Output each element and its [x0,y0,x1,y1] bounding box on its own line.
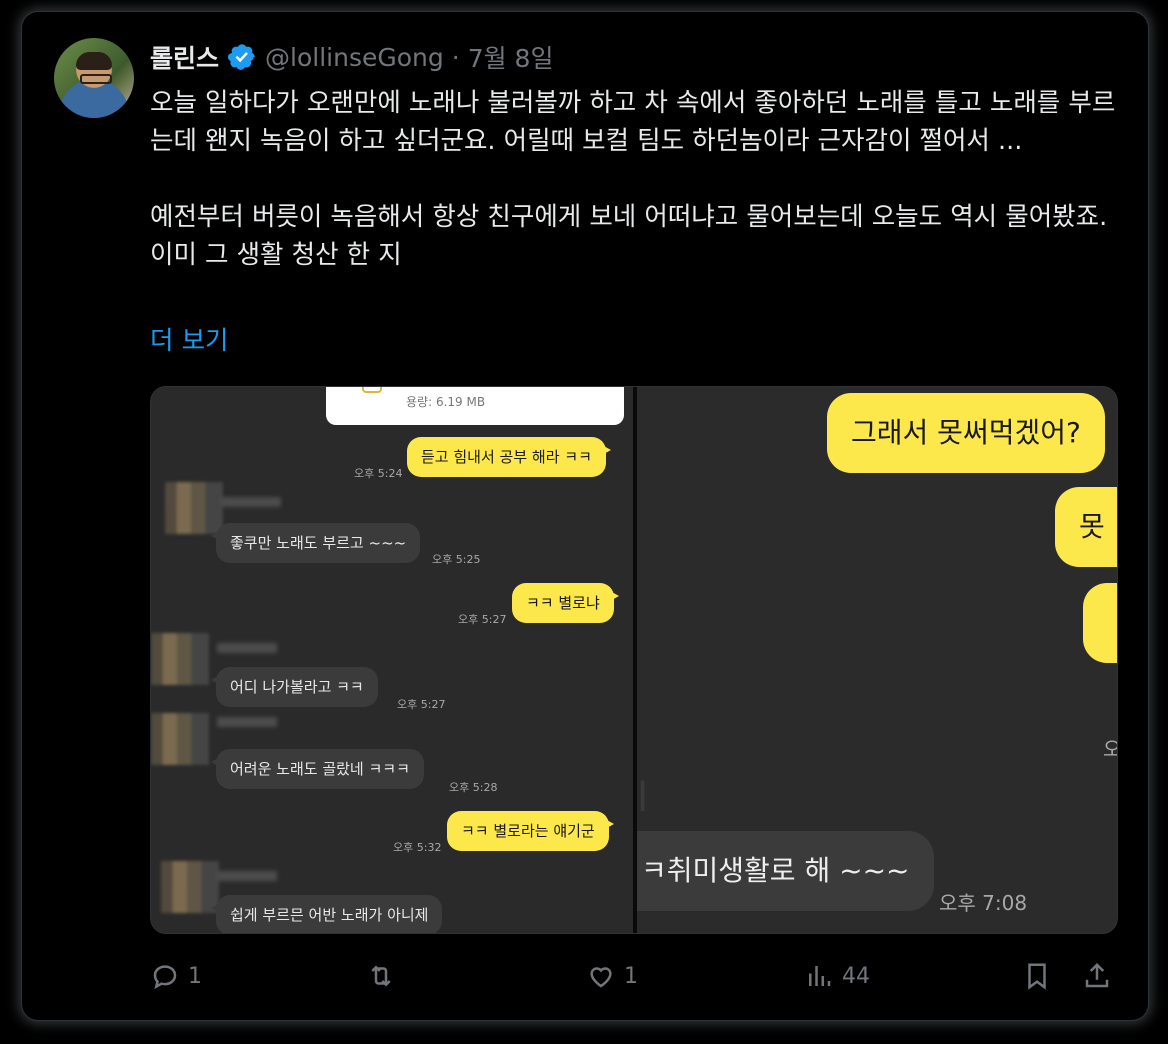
tweet-card[interactable]: 롤린스 @lollinseGong · 7월 8일 오늘 일하다가 오랜만에 노… [22,12,1148,1020]
chat-screenshot-left: 용량: 6.19 MB 듣고 힘내서 공부 해라 ㅋㅋ 오후 5:24 좋쿠만 … [151,387,633,933]
chat-bubble-me: ㅋㅋ 별로냐 [512,583,619,623]
file-size: 용량: 6.19 MB [406,395,486,409]
post-date[interactable]: 7월 8일 [468,39,554,75]
chat-bubble-them: 쉽게 부르믄 어반 노래가 아니제 [210,895,443,933]
media-image[interactable]: 용량: 6.19 MB 듣고 힘내서 공부 해라 ㅋㅋ 오후 5:24 좋쿠만 … [150,386,1118,934]
author-name[interactable]: 롤린스 [150,39,219,75]
chat-time-partial: 오 [1103,733,1117,762]
chat-bubble-me-large: 그래서 못써먹겠어? [827,393,1105,473]
file-attachment: 용량: 6.19 MB [326,387,624,425]
chat-bubble-them: 좋쿠만 노래도 부르고 ~~~ [210,523,421,563]
separator-dot: · [451,42,460,72]
chat-time: 오후 5:32 [393,841,442,854]
views-chart-icon [809,966,831,986]
views-button[interactable]: 44 [804,956,870,996]
tweet-header: 롤린스 @lollinseGong · 7월 8일 [150,40,553,74]
tweet-text-paragraph-2: 예전부터 버릇이 녹음해서 항상 친구에게 보네 어떠냐고 물어보는데 오늘도 … [150,202,1116,270]
avatar-hair [76,52,112,70]
author-handle[interactable]: @lollinseGong [265,43,444,72]
chat-time: 오후 7:08 [939,891,1028,915]
chat-bubble-me-large: 못 [1055,487,1117,567]
chat-time: 오후 5:27 [397,698,446,711]
tweet-actions: 1 1 44 [150,956,1116,996]
chat-bubble-me-large [1083,583,1117,663]
chat-bubble-me: ㅋㅋ 별로라는 얘기군 [447,811,614,851]
share-button[interactable] [1082,956,1112,996]
chat-time: 오후 5:27 [458,613,507,626]
avatar-glasses [80,74,112,84]
blurred-avatar [165,482,223,534]
tweet-text-paragraph-1: 오늘 일하다가 오랜만에 노래나 불러볼까 하고 차 속에서 좋아하던 노래를 … [150,88,1116,156]
reply-icon [153,965,177,990]
chat-time: 오후 5:28 [449,781,498,794]
show-more-link[interactable]: 더 보기 [150,320,229,357]
chat-bubble-them: 어디 나가볼라고 ㅋㅋ [211,667,378,707]
chat-time: 오후 5:24 [354,467,403,480]
retweet-icon [371,965,391,987]
chat-bubble-me: 듣고 힘내서 공부 해라 ㅋㅋ [407,437,611,477]
like-count: 1 [624,963,638,989]
chat-bubble-them-large: ㅋ취미생활로 해 ~~~ [637,831,934,911]
avatar[interactable] [54,38,134,118]
blurred-name [221,497,281,507]
file-icon [362,387,382,393]
chat-screenshot-right: 그래서 못써먹겠어? 못 오 l ㅋ취미생활로 해 ~~~ 오후 7:08 [637,387,1117,933]
blurred-avatar [151,633,209,685]
like-button[interactable]: 1 [586,956,638,996]
bookmark-button[interactable] [1022,956,1052,996]
chat-time: 오후 5:25 [432,553,481,566]
reply-button[interactable]: 1 [150,956,202,996]
tweet-text: 오늘 일하다가 오랜만에 노래나 불러볼까 하고 차 속에서 좋아하던 노래를 … [150,84,1125,274]
bookmark-icon [1028,963,1046,990]
blurred-avatar [151,713,209,765]
blurred-name [217,717,277,727]
verified-badge-icon[interactable] [227,42,257,72]
reply-count: 1 [188,963,202,989]
chat-bubble-them: 어려운 노래도 골랐네 ㅋㅋㅋ [211,749,424,789]
blurred-name [217,643,277,653]
share-icon [1085,962,1109,988]
blurred-name [217,871,277,881]
background-artifact: l [637,775,649,821]
retweet-button[interactable] [366,956,404,996]
heart-icon [590,967,612,988]
views-count: 44 [842,963,870,989]
